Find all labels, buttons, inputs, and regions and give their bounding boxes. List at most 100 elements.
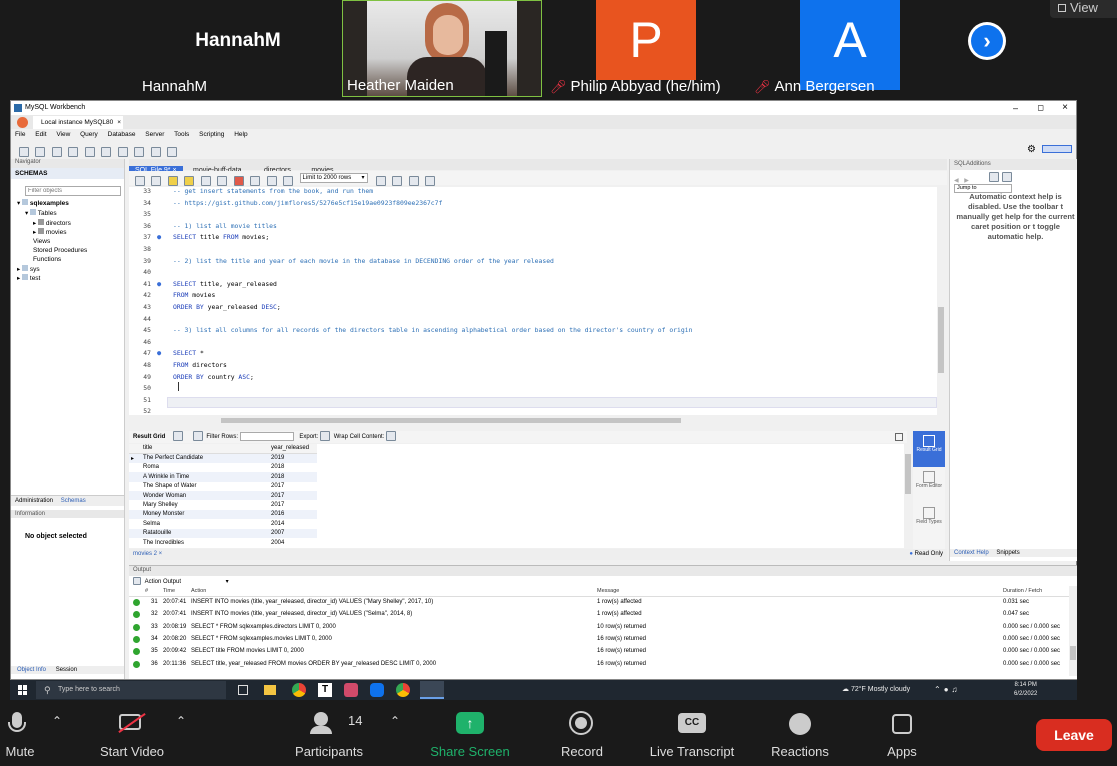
menu-file[interactable]: File	[15, 131, 25, 138]
field-types-button[interactable]: Field Types	[913, 503, 945, 539]
cell-title[interactable]: Roma	[141, 463, 269, 472]
wrap-icon[interactable]	[385, 431, 396, 442]
cell-title[interactable]: A Wrinkle in Time	[141, 472, 269, 481]
filter-rows-input[interactable]	[239, 431, 294, 441]
table-row[interactable]: ▸ The Perfect Candidate 2019	[129, 453, 317, 463]
table-row[interactable]: Money Monster 2016	[129, 509, 317, 520]
cell-year[interactable]: 2019	[269, 453, 317, 462]
limit-rows-select[interactable]: Limit to 2000 rows ▾	[299, 173, 368, 183]
create-function-icon[interactable]	[134, 147, 145, 157]
cell-title[interactable]: Wonder Woman	[141, 491, 269, 500]
cell-title[interactable]: Ratatouille	[141, 529, 269, 538]
sql-editor[interactable]: 33 -- get insert statements from the book…	[129, 187, 937, 415]
tray-chevron-icon[interactable]: ⌃	[934, 685, 944, 694]
cell-year[interactable]: 2007	[269, 529, 317, 538]
cell-year[interactable]: 2018	[269, 472, 317, 481]
network-icon[interactable]: ●	[944, 685, 952, 694]
output-row[interactable]: 31 20:07:41 INSERT INTO movies (title, yea…	[129, 597, 1077, 609]
line-number[interactable]: 36	[129, 222, 151, 230]
editor-hscrollbar[interactable]	[129, 417, 937, 424]
maximize-button[interactable]: ◻	[1037, 101, 1044, 115]
action-output-select[interactable]: Action Output ▾	[145, 576, 229, 588]
expand-arrow-icon[interactable]: ▾	[17, 200, 20, 207]
share-screen-button[interactable]: ↑ Share Screen	[420, 700, 520, 759]
col-header-message[interactable]: Message	[597, 588, 619, 594]
participant-tile-hannahm[interactable]: HannahM HannahM	[138, 0, 338, 97]
start-video-button[interactable]: Start Video	[92, 700, 172, 759]
tree-node-test[interactable]: ▸ test	[17, 274, 124, 284]
cell-title[interactable]: Selma	[141, 519, 269, 528]
scroll-thumb[interactable]	[1070, 646, 1076, 660]
grid-icon[interactable]	[173, 431, 184, 442]
line-number[interactable]: 49	[129, 373, 151, 381]
file-explorer-icon[interactable]	[264, 685, 276, 695]
execute-current-icon[interactable]	[184, 176, 195, 186]
line-number[interactable]: 35	[129, 210, 151, 218]
output-row[interactable]: 33 20:08:19 SELECT * FROM sqlexamples.dire…	[129, 622, 1077, 634]
tree-node-functions[interactable]: Functions	[17, 256, 124, 265]
chrome-icon[interactable]	[292, 683, 306, 697]
cell-title[interactable]: The Incredibles	[141, 538, 269, 547]
line-number[interactable]: 44	[129, 315, 151, 323]
cell-title[interactable]: The Perfect Candidate	[141, 453, 269, 462]
table-row[interactable]: Ratatouille 2007	[129, 528, 317, 538]
col-header-action[interactable]: Action	[191, 588, 206, 594]
line-number[interactable]: 50	[129, 384, 151, 392]
zoom-app-icon[interactable]	[370, 683, 384, 697]
home-icon[interactable]	[17, 117, 28, 128]
table-row[interactable]: Roma 2018	[129, 463, 317, 472]
line-number[interactable]: 47	[129, 349, 151, 357]
windows-start-icon[interactable]	[18, 685, 28, 695]
close-tab-icon[interactable]: ×	[117, 116, 121, 129]
menu-server[interactable]: Server	[145, 131, 164, 138]
tab-session[interactable]: Session	[56, 667, 77, 673]
menu-view[interactable]: View	[56, 131, 70, 138]
form-editor-button[interactable]: Form Editor	[913, 467, 945, 503]
cell-year[interactable]: 2016	[269, 510, 317, 519]
cell-title[interactable]: Mary Shelley	[141, 500, 269, 509]
tree-node-tables[interactable]: ▾ Tables	[17, 208, 124, 219]
line-number[interactable]: 40	[129, 268, 151, 276]
result-grid-side-button[interactable]: Result Grid	[913, 431, 945, 467]
col-header-number[interactable]: #	[145, 588, 148, 594]
line-number[interactable]: 37	[129, 233, 151, 241]
cell-year[interactable]: 2017	[269, 482, 317, 491]
stop-icon[interactable]	[217, 176, 228, 186]
menu-tools[interactable]: Tools	[174, 131, 189, 138]
table-row[interactable]: Mary Shelley 2017	[129, 500, 317, 509]
cell-title[interactable]: Money Monster	[141, 510, 269, 519]
line-number[interactable]: 38	[129, 245, 151, 253]
result-vscrollbar[interactable]	[904, 444, 912, 548]
tree-node-movies[interactable]: ▸ movies	[17, 228, 124, 238]
table-row[interactable]: The Incredibles 2004	[129, 538, 317, 547]
create-view-icon[interactable]	[101, 147, 112, 157]
record-button[interactable]: Record	[552, 700, 612, 759]
tab-administration[interactable]: Administration	[15, 498, 53, 504]
weather-widget[interactable]: ☁ 72°F Mostly cloudy	[842, 680, 910, 700]
toggle-panel-icon[interactable]	[895, 433, 903, 441]
participants-button[interactable]: 14 Participants	[286, 700, 372, 759]
line-number[interactable]: 39	[129, 257, 151, 265]
export-icon[interactable]	[320, 431, 331, 442]
filter-objects-input[interactable]	[25, 186, 121, 196]
table-row[interactable]: Selma 2014	[129, 519, 317, 528]
column-header-year[interactable]: year_released	[269, 444, 317, 453]
line-number[interactable]: 33	[129, 187, 151, 195]
connection-tab[interactable]: Local instance MySQL80 ×	[33, 116, 123, 129]
menu-database[interactable]: Database	[108, 131, 136, 138]
copy-icon[interactable]	[133, 577, 141, 586]
output-row[interactable]: 36 20:11:36 SELECT title, year_released FR…	[129, 659, 1077, 671]
tree-node-stored-procedures[interactable]: Stored Procedures	[17, 247, 124, 256]
col-header-duration[interactable]: Duration / Fetch	[1003, 588, 1042, 594]
settings-icon[interactable]: ⚙	[1027, 144, 1036, 155]
invisible-chars-icon[interactable]	[408, 176, 419, 186]
col-header-time[interactable]: Time	[163, 588, 175, 594]
mysql-workbench-taskbar-icon[interactable]	[420, 681, 444, 699]
commit-icon[interactable]	[250, 176, 261, 186]
create-table-icon[interactable]	[84, 147, 95, 157]
create-schema-icon[interactable]	[68, 147, 79, 157]
find-icon[interactable]	[392, 176, 403, 186]
execute-icon[interactable]	[167, 176, 178, 186]
minimize-button[interactable]: –	[1013, 101, 1018, 115]
next-page-button[interactable]: ›	[968, 22, 1006, 60]
